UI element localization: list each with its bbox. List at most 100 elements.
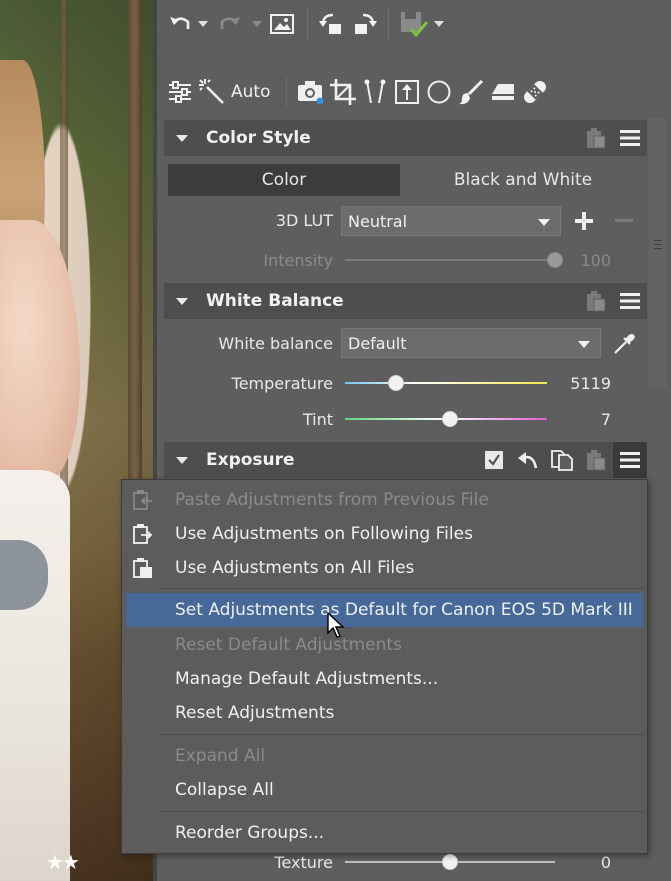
hamburger-menu-icon[interactable]: [613, 283, 647, 319]
menu-item-label: Paste Adjustments from Previous File: [175, 490, 489, 510]
menu-item-label: Reset Default Adjustments: [175, 635, 402, 655]
hamburger-menu-icon[interactable]: [613, 442, 647, 478]
undo-dropdown-icon[interactable]: [195, 6, 211, 42]
collapse-arrow-icon[interactable]: [176, 297, 188, 305]
eraser-icon[interactable]: [487, 74, 519, 110]
sliders-icon[interactable]: [165, 74, 195, 110]
menu-item-manage-default[interactable]: Manage Default Adjustments...: [122, 662, 647, 696]
tab-color[interactable]: Color: [168, 164, 400, 196]
slider-thumb[interactable]: [387, 375, 404, 391]
collapse-arrow-icon[interactable]: [176, 134, 188, 142]
scrollbar-grip[interactable]: [654, 240, 662, 241]
menu-item-label: Set Adjustments as Default for Canon EOS…: [175, 600, 633, 620]
save-icon[interactable]: [397, 6, 431, 42]
white-balance-header[interactable]: White Balance: [164, 283, 647, 319]
paste-icon[interactable]: [579, 283, 613, 319]
photo-skin: [0, 220, 80, 480]
menu-item-paste-previous[interactable]: Paste Adjustments from Previous File: [122, 483, 647, 517]
white-balance-select[interactable]: Default: [341, 328, 601, 358]
menu-item-reset-default[interactable]: Reset Default Adjustments: [122, 628, 647, 662]
straighten-icon[interactable]: [359, 74, 391, 110]
rotate-left-icon[interactable]: [316, 6, 348, 42]
menu-item-use-all[interactable]: Use Adjustments on All Files: [122, 551, 647, 585]
paste-icon[interactable]: [579, 442, 613, 478]
paste-icon[interactable]: [579, 120, 613, 156]
hamburger-menu-icon[interactable]: [613, 120, 647, 156]
white-balance-label: White balance: [218, 334, 333, 353]
bandage-icon[interactable]: [519, 74, 551, 110]
paste-previous-icon: [132, 489, 154, 511]
menu-item-use-following[interactable]: Use Adjustments on Following Files: [122, 517, 647, 551]
slider-thumb[interactable]: [442, 854, 458, 870]
menu-item-reset-adjustments[interactable]: Reset Adjustments: [122, 696, 647, 730]
menu-separator: [160, 588, 643, 589]
toolbar-separator: [286, 77, 288, 107]
copy-all-icon: [132, 557, 154, 579]
save-dropdown-icon[interactable]: [431, 6, 447, 42]
enable-checkbox-icon[interactable]: [477, 442, 511, 478]
menu-item-collapse-all[interactable]: Collapse All: [122, 773, 647, 807]
rating-stars[interactable]: ★★: [46, 850, 80, 874]
redo-dropdown-icon[interactable]: [249, 6, 265, 42]
temperature-label: Temperature: [231, 374, 333, 393]
menu-item-label: Reset Adjustments: [175, 703, 335, 723]
menu-item-set-default[interactable]: Set Adjustments as Default for Canon EOS…: [126, 593, 643, 627]
menu-item-label: Expand All: [175, 746, 266, 766]
white-balance-title: White Balance: [206, 291, 344, 311]
reset-arrow-icon[interactable]: [511, 442, 545, 478]
panel-scrollbar[interactable]: [649, 118, 667, 388]
lut-label: 3D LUT: [275, 211, 333, 230]
menu-item-reorder-groups[interactable]: Reorder Groups...: [122, 816, 647, 850]
eyedropper-icon[interactable]: [609, 330, 639, 358]
color-style-header[interactable]: Color Style: [164, 120, 647, 156]
crop-icon[interactable]: [327, 74, 359, 110]
magic-wand-icon[interactable]: [195, 74, 229, 110]
chevron-down-icon: [578, 341, 590, 348]
circle-icon[interactable]: [423, 74, 455, 110]
exposure-title: Exposure: [206, 450, 295, 470]
copy-following-icon: [132, 523, 154, 545]
menu-item-label: Use Adjustments on All Files: [175, 558, 415, 578]
texture-value: 0: [600, 853, 611, 872]
menu-item-label: Use Adjustments on Following Files: [175, 524, 473, 544]
exposure-header[interactable]: Exposure: [164, 442, 647, 478]
top-toolbar: [165, 6, 447, 42]
remove-lut-icon[interactable]: [611, 210, 637, 232]
frame-icon[interactable]: [391, 74, 423, 110]
brush-icon[interactable]: [455, 74, 487, 110]
lut-select[interactable]: Neutral: [341, 206, 561, 236]
photo-suit: [0, 540, 48, 610]
menu-separator: [160, 734, 643, 735]
copy-icon[interactable]: [545, 442, 579, 478]
tint-value: 7: [600, 410, 611, 429]
chevron-down-icon: [538, 219, 550, 226]
camera-icon[interactable]: [295, 74, 327, 110]
auto-button[interactable]: Auto: [231, 82, 270, 102]
white-balance-select-value: Default: [348, 333, 407, 353]
undo-icon[interactable]: [165, 6, 195, 42]
slider-track: [345, 259, 555, 261]
lut-select-value: Neutral: [348, 211, 408, 231]
texture-slider[interactable]: [345, 852, 555, 872]
intensity-value: 100: [580, 251, 611, 270]
mouse-cursor-icon: [327, 611, 347, 640]
menu-item-label: Collapse All: [175, 780, 274, 800]
image-icon[interactable]: [265, 6, 299, 42]
slider-track: [345, 382, 547, 384]
texture-label: Texture: [274, 853, 333, 872]
menu-item-expand-all[interactable]: Expand All: [122, 739, 647, 773]
collapse-arrow-icon[interactable]: [176, 456, 188, 464]
temperature-value: 5119: [570, 374, 611, 393]
tools-toolbar: Auto: [165, 74, 551, 110]
context-menu: Paste Adjustments from Previous File Use…: [121, 479, 648, 854]
temperature-slider[interactable]: [345, 373, 547, 393]
photo-dress: [0, 470, 70, 881]
rotate-right-icon[interactable]: [348, 6, 380, 42]
menu-item-label: Reorder Groups...: [175, 823, 325, 843]
slider-thumb[interactable]: [442, 411, 459, 427]
tab-black-and-white[interactable]: Black and White: [400, 164, 646, 196]
tint-slider[interactable]: [345, 409, 547, 429]
redo-icon[interactable]: [211, 6, 249, 42]
add-lut-icon[interactable]: [571, 210, 597, 232]
intensity-slider[interactable]: [345, 250, 563, 270]
